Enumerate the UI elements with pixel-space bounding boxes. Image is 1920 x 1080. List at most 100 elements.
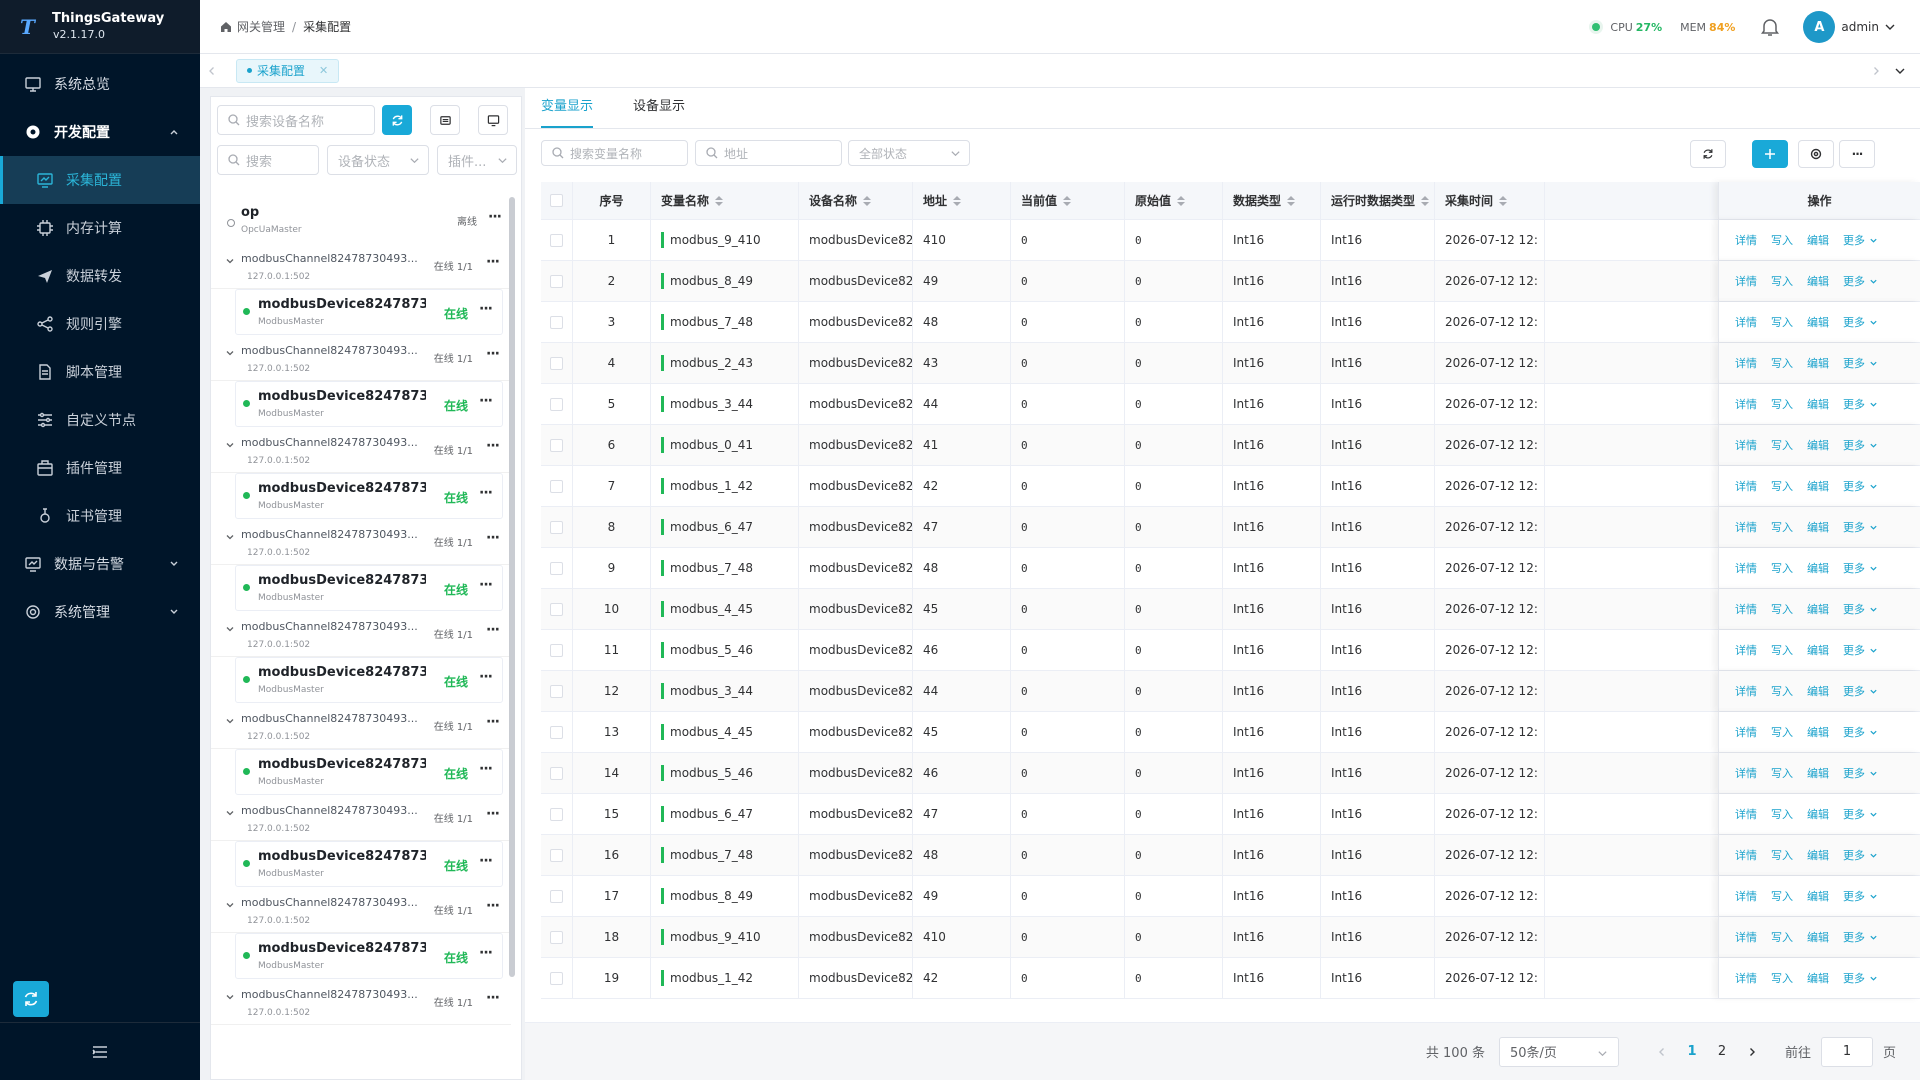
chevron-down-icon[interactable] — [1884, 21, 1896, 33]
table-row[interactable]: 7 modbus_1_42 modbusDevice82... 42 0 0 I… — [541, 466, 1920, 507]
table-row[interactable]: 4 modbus_2_43 modbusDevice82... 43 0 0 I… — [541, 343, 1920, 384]
write-button[interactable]: 写入 — [1771, 355, 1793, 371]
write-button[interactable]: 写入 — [1771, 437, 1793, 453]
edit-button[interactable]: 编辑 — [1807, 970, 1829, 986]
more-button[interactable]: 更多 — [1843, 806, 1878, 822]
write-button[interactable]: 写入 — [1771, 273, 1793, 289]
chevron-down-icon[interactable] — [225, 900, 235, 910]
detail-button[interactable]: 详情 — [1735, 724, 1757, 740]
write-button[interactable]: 写入 — [1771, 396, 1793, 412]
edit-button[interactable]: 编辑 — [1807, 683, 1829, 699]
write-button[interactable]: 写入 — [1771, 683, 1793, 699]
detail-button[interactable]: 详情 — [1735, 519, 1757, 535]
detail-button[interactable]: 详情 — [1735, 888, 1757, 904]
prev-page-button[interactable] — [1647, 1037, 1677, 1067]
export-button[interactable] — [430, 105, 460, 135]
table-row[interactable]: 10 modbus_4_45 modbusDevice82... 45 0 0 … — [541, 589, 1920, 630]
table-row[interactable]: 9 modbus_7_48 modbusDevice82... 48 0 0 I… — [541, 548, 1920, 589]
write-button[interactable]: 写入 — [1771, 519, 1793, 535]
write-button[interactable]: 写入 — [1771, 888, 1793, 904]
row-checkbox[interactable] — [550, 971, 563, 985]
more-button[interactable]: 更多 — [1843, 888, 1878, 904]
search-variable-input[interactable]: 搜索变量名称 — [541, 140, 688, 166]
tab-collect-config[interactable]: 采集配置 ✕ — [236, 58, 340, 83]
edit-button[interactable]: 编辑 — [1807, 724, 1829, 740]
sidebar-item-data-forward[interactable]: 数据转发 — [0, 252, 200, 300]
sidebar-item-data-alarm[interactable]: 数据与告警 — [0, 540, 200, 588]
tree-node-channel[interactable]: modbusChannel82478730493... 127.0.0.1:50… — [211, 795, 511, 841]
page-button-2[interactable]: 2 — [1707, 1037, 1737, 1067]
address-input[interactable]: 地址 — [695, 140, 842, 166]
edit-button[interactable]: 编辑 — [1807, 355, 1829, 371]
detail-button[interactable]: 详情 — [1735, 355, 1757, 371]
col-header[interactable]: 采集时间 — [1435, 182, 1545, 219]
col-header[interactable]: 地址 — [913, 182, 1011, 219]
more-icon[interactable]: ··· — [479, 485, 493, 501]
edit-button[interactable]: 编辑 — [1807, 888, 1829, 904]
detail-button[interactable]: 详情 — [1735, 437, 1757, 453]
chevron-down-icon[interactable] — [225, 808, 235, 818]
edit-button[interactable]: 编辑 — [1807, 642, 1829, 658]
tree-scrollbar[interactable] — [509, 197, 515, 977]
tree-node-device[interactable]: modbusDevice82478730... ModbusMaster 在线 … — [235, 565, 503, 611]
table-row[interactable]: 18 modbus_9_410 modbusDevice82... 410 0 … — [541, 917, 1920, 958]
sidebar-item-cert-manage[interactable]: 证书管理 — [0, 492, 200, 540]
tree-node-channel[interactable]: modbusChannel82478730493... 127.0.0.1:50… — [211, 887, 511, 933]
more-icon[interactable]: ··· — [486, 438, 500, 454]
edit-button[interactable]: 编辑 — [1807, 560, 1829, 576]
row-checkbox[interactable] — [550, 315, 563, 329]
edit-button[interactable]: 编辑 — [1807, 273, 1829, 289]
plugin-select[interactable]: 插件... — [437, 145, 517, 175]
write-button[interactable]: 写入 — [1771, 847, 1793, 863]
more-button[interactable]: 更多 — [1843, 765, 1878, 781]
bell-icon[interactable] — [1759, 16, 1781, 38]
display-toggle-button[interactable] — [478, 105, 508, 135]
more-icon[interactable]: ··· — [486, 806, 500, 822]
tree-node-channel[interactable]: modbusChannel82478730493... 127.0.0.1:50… — [211, 611, 511, 657]
edit-button[interactable]: 编辑 — [1807, 478, 1829, 494]
state-select[interactable]: 全部状态 — [848, 140, 970, 166]
col-header[interactable]: 变量名称 — [651, 182, 799, 219]
select-all-checkbox[interactable] — [550, 194, 563, 207]
more-button[interactable]: 更多 — [1843, 355, 1878, 371]
refresh-tree-button[interactable] — [382, 105, 412, 135]
sidebar-item-plugin-manage[interactable]: 插件管理 — [0, 444, 200, 492]
more-icon[interactable]: ··· — [479, 669, 493, 685]
chevron-down-icon[interactable] — [225, 992, 235, 1002]
detail-button[interactable]: 详情 — [1735, 478, 1757, 494]
page-size-select[interactable]: 50条/页 — [1498, 1036, 1619, 1067]
sidebar-collapse-button[interactable] — [0, 1022, 200, 1080]
tree-node-channel[interactable]: modbusChannel82478730493... 127.0.0.1:50… — [211, 519, 511, 565]
more-icon[interactable]: ··· — [486, 990, 500, 1006]
more-icon[interactable]: ··· — [488, 209, 502, 225]
edit-button[interactable]: 编辑 — [1807, 847, 1829, 863]
col-header[interactable]: 当前值 — [1011, 182, 1125, 219]
row-checkbox[interactable] — [550, 725, 563, 739]
col-header[interactable]: 设备名称 — [799, 182, 913, 219]
write-button[interactable]: 写入 — [1771, 560, 1793, 576]
tree-node-channel[interactable]: modbusChannel82478730493... 127.0.0.1:50… — [211, 703, 511, 749]
more-icon[interactable]: ··· — [479, 761, 493, 777]
tree-node-device[interactable]: modbusDevice82478730... ModbusMaster 在线 … — [235, 749, 503, 795]
table-row[interactable]: 16 modbus_7_48 modbusDevice82... 48 0 0 … — [541, 835, 1920, 876]
more-button[interactable]: 更多 — [1843, 232, 1878, 248]
sort-icon[interactable] — [715, 195, 724, 206]
more-icon[interactable]: ··· — [479, 853, 493, 869]
refresh-table-button[interactable] — [1690, 140, 1726, 168]
table-row[interactable]: 13 modbus_4_45 modbusDevice82... 45 0 0 … — [541, 712, 1920, 753]
row-checkbox[interactable] — [550, 684, 563, 698]
edit-button[interactable]: 编辑 — [1807, 519, 1829, 535]
more-button[interactable]: 更多 — [1843, 437, 1878, 453]
detail-button[interactable]: 详情 — [1735, 273, 1757, 289]
sidebar-item-rule-engine[interactable]: 规则引擎 — [0, 300, 200, 348]
sidebar-item-system-manage[interactable]: 系统管理 — [0, 588, 200, 636]
row-checkbox[interactable] — [550, 438, 563, 452]
chevron-down-icon[interactable] — [225, 716, 235, 726]
more-icon[interactable]: ··· — [486, 622, 500, 638]
detail-button[interactable]: 详情 — [1735, 683, 1757, 699]
write-button[interactable]: 写入 — [1771, 232, 1793, 248]
table-row[interactable]: 8 modbus_6_47 modbusDevice82... 47 0 0 I… — [541, 507, 1920, 548]
tree-node-device[interactable]: modbusDevice82478730... ModbusMaster 在线 … — [235, 657, 503, 703]
write-button[interactable]: 写入 — [1771, 765, 1793, 781]
table-row[interactable]: 3 modbus_7_48 modbusDevice82... 48 0 0 I… — [541, 302, 1920, 343]
